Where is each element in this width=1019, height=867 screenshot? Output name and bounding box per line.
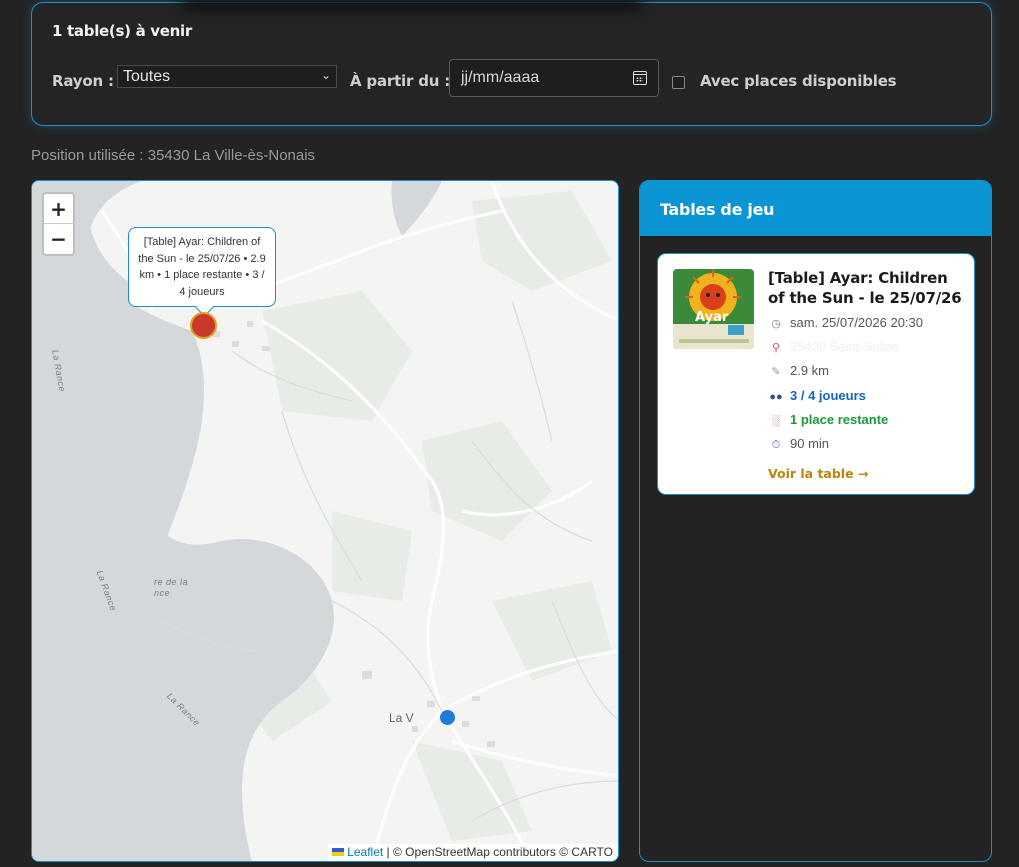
calendar-icon[interactable]	[633, 71, 647, 85]
position-used: Position utilisée : 35430 La Ville-ès-No…	[31, 147, 316, 164]
zoom-control: + −	[42, 192, 75, 256]
clock-icon: ◷	[771, 318, 781, 330]
panel-title: Tables de jeu	[640, 181, 991, 236]
table-datetime: ◷ sam. 25/07/2026 20:30	[769, 315, 923, 330]
zoom-in-button[interactable]: +	[44, 194, 73, 224]
people-icon: ●●	[769, 391, 783, 403]
tables-panel: Tables de jeu Ayar [Table] Ayar: Childre…	[639, 180, 992, 862]
flag-icon	[332, 848, 345, 856]
table-card[interactable]: Ayar [Table] Ayar: Children of the Sun -…	[657, 253, 975, 495]
map-tiles[interactable]	[32, 181, 619, 862]
water-label: re de la nce	[154, 577, 189, 598]
stopwatch-icon: ⏱	[771, 439, 781, 451]
table-title[interactable]: [Table] Ayar: Children of the Sun - le 2…	[768, 268, 968, 308]
available-checkbox[interactable]	[672, 76, 685, 89]
rayon-label: Rayon :	[52, 72, 114, 90]
from-date-label: À partir du :	[350, 72, 451, 90]
table-places: ░ 1 place restante	[769, 412, 888, 427]
leaflet-link[interactable]: Leaflet	[347, 845, 383, 859]
map[interactable]: La Rance La Rance La Rance re de la nce …	[31, 180, 619, 862]
from-date-input[interactable]: jj/mm/aaaa	[449, 59, 659, 97]
table-distance: ✎ 2.9 km	[769, 363, 829, 378]
chevron-down-icon: ⌄	[320, 68, 331, 82]
town-label: La V	[389, 711, 414, 725]
zoom-out-button[interactable]: −	[44, 224, 73, 254]
game-thumbnail: Ayar	[673, 269, 754, 349]
game-table-marker[interactable]	[190, 312, 217, 339]
rayon-select[interactable]: Toutes ⌄	[117, 65, 337, 88]
chair-icon: ░	[772, 415, 780, 427]
rayon-select-value: Toutes	[123, 68, 171, 85]
ruler-icon: ✎	[771, 366, 781, 378]
date-placeholder: jj/mm/aaaa	[461, 69, 540, 86]
pin-icon: ⚲	[771, 342, 781, 354]
marker-popup: [Table] Ayar: Children of the Sun - le 2…	[128, 227, 276, 307]
attribution-text: | © OpenStreetMap contributors © CARTO	[383, 845, 613, 859]
user-position-marker[interactable]	[440, 710, 455, 725]
table-duration: ⏱ 90 min	[769, 436, 829, 452]
map-attribution: Leaflet | © OpenStreetMap contributors ©…	[328, 844, 618, 861]
upcoming-count: 1 table(s) à venir	[52, 22, 192, 40]
table-players: ●● 3 / 4 joueurs	[769, 388, 866, 403]
filter-card: 1 table(s) à venir Rayon : Toutes ⌄ À pa…	[31, 2, 992, 126]
table-location: ⚲ 35430 Saint-Suliac	[769, 339, 899, 354]
available-label[interactable]: Avec places disponibles	[700, 72, 897, 90]
view-table-link[interactable]: Voir la table →	[768, 466, 868, 481]
thumb-title: Ayar	[695, 310, 729, 325]
